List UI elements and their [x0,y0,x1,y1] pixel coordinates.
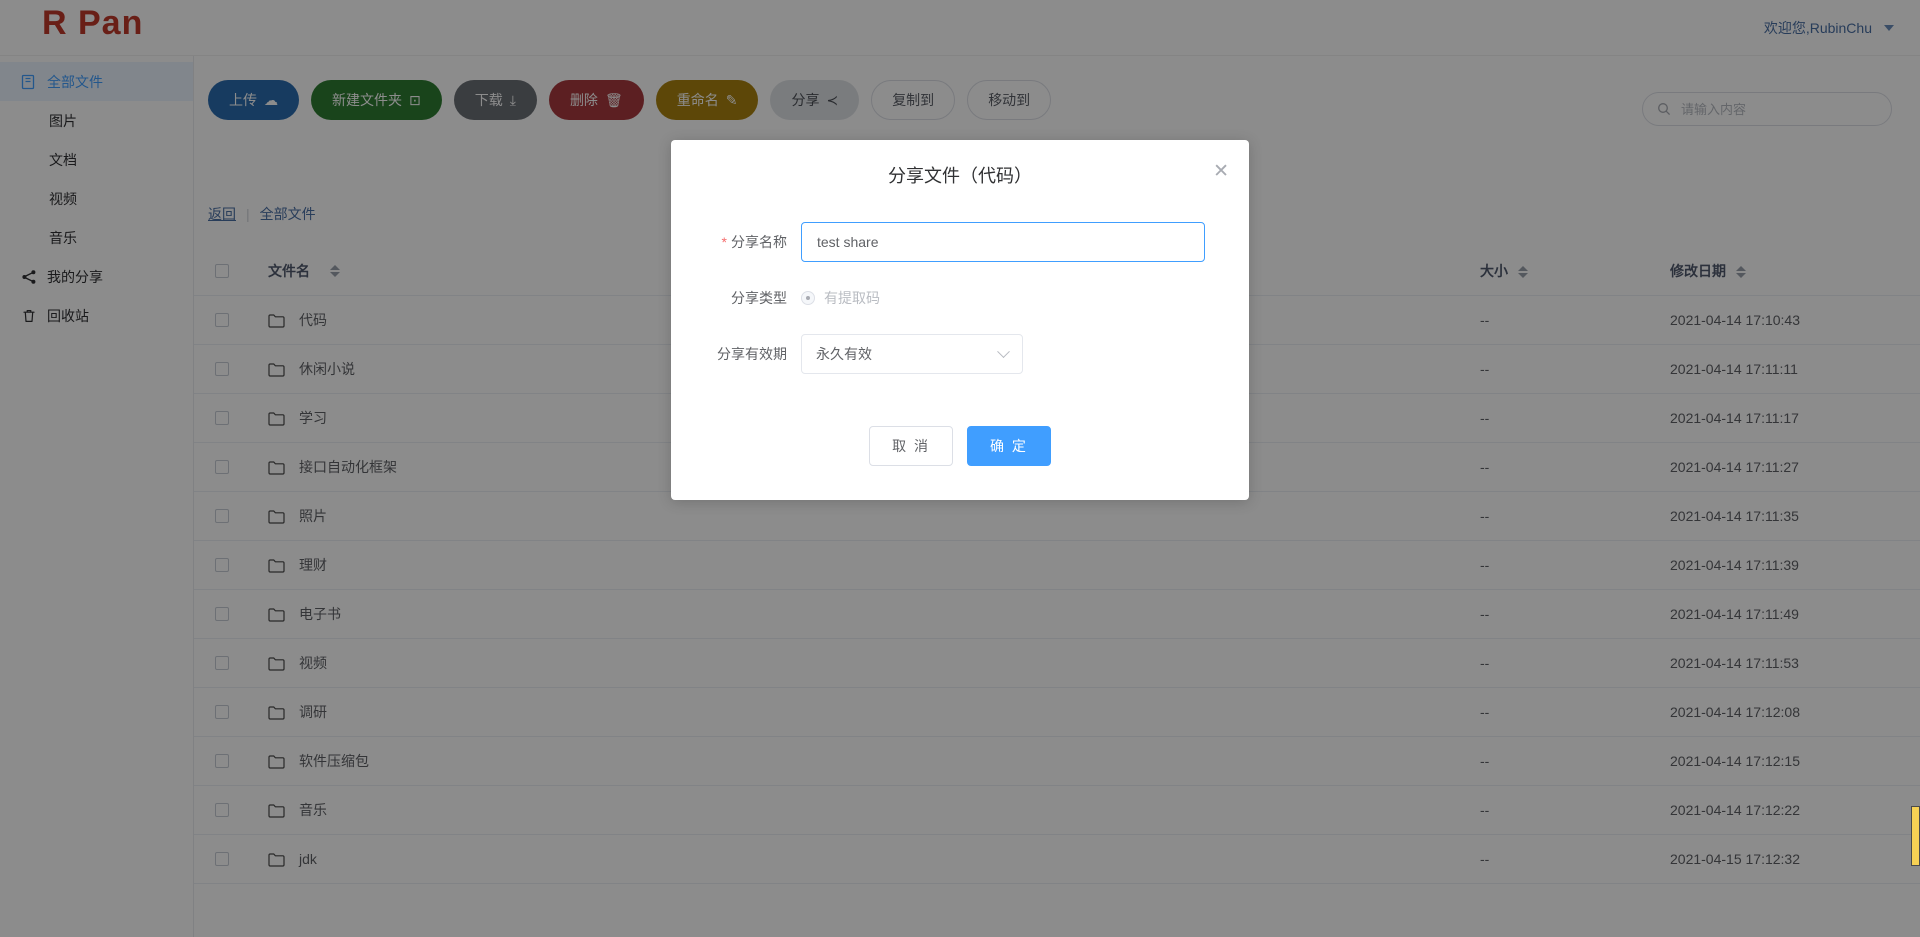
share-type-option-label: 有提取码 [824,290,880,306]
dialog-header: 分享文件（代码） ✕ [671,140,1249,200]
chevron-down-icon [997,344,1010,358]
dialog-footer: 取 消 确 定 [671,408,1249,500]
app-root: R Pan 欢迎您,RubinChu 全部文件 图片 文档 视频 音乐 我的分享… [0,0,1920,937]
close-icon[interactable]: ✕ [1213,162,1229,181]
share-expire-selected-value: 永久有效 [816,346,872,362]
share-expire-label: 分享有效期 [717,346,787,362]
field-row-share-name: * 分享名称 [681,222,1205,262]
radio-selected-icon[interactable] [801,291,815,305]
field-row-share-expire: 分享有效期 永久有效 [681,334,1205,374]
share-type-label: 分享类型 [731,290,787,306]
scroll-indicator[interactable] [1911,806,1920,866]
required-mark: * [721,234,727,250]
field-row-share-type: 分享类型 有提取码 [681,288,1205,308]
share-name-label-text: 分享名称 [731,234,787,250]
share-file-dialog: 分享文件（代码） ✕ *分享名称 分享类型 有提取码 分享有效期 永久 [671,140,1249,500]
share-name-input[interactable] [801,222,1205,262]
share-expire-select[interactable]: 永久有效 [801,334,1023,374]
confirm-button[interactable]: 确 定 [967,426,1051,466]
cancel-button[interactable]: 取 消 [869,426,953,466]
share-name-label: * 分享名称 [681,232,801,252]
share-type-radio-group[interactable]: 有提取码 [801,288,880,308]
dialog-title: 分享文件（代码） [888,166,1032,186]
dialog-body: *分享名称 分享类型 有提取码 分享有效期 永久有效 [671,200,1249,408]
